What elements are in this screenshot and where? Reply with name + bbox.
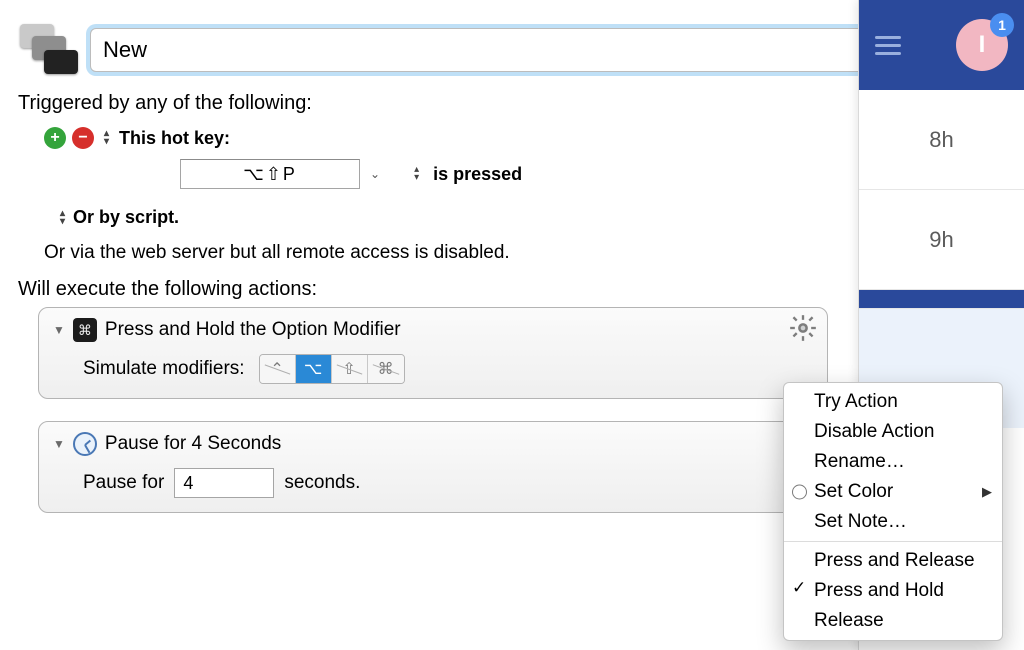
action-card[interactable]: ▼ Pause for 4 Seconds Pause for seconds.: [38, 421, 828, 513]
action-gear-button[interactable]: [789, 314, 817, 342]
menu-try-action[interactable]: Try Action: [784, 387, 1002, 417]
menu-disable-action[interactable]: Disable Action: [784, 417, 1002, 447]
menu-press-and-release[interactable]: Press and Release: [784, 546, 1002, 576]
action-title: Pause for 4 Seconds: [105, 433, 281, 455]
pause-suffix-label: seconds.: [284, 472, 360, 494]
pause-seconds-input[interactable]: [174, 468, 274, 498]
hotkey-dropdown-icon[interactable]: ⌄: [370, 167, 380, 181]
hotkey-state-label: is pressed: [433, 164, 522, 185]
modifier-toggle-group[interactable]: ⌃ ⌥ ⇧ ⌘: [259, 354, 405, 384]
hotkey-trigger-label: This hot key:: [119, 128, 230, 149]
script-trigger-label: Or by script.: [73, 207, 179, 228]
modifiers-label: Simulate modifiers:: [83, 358, 245, 380]
disclosure-triangle-icon[interactable]: ▼: [53, 437, 65, 451]
modifier-key-icon: ⌘: [73, 318, 97, 342]
clock-icon: [73, 432, 97, 456]
avatar-initial: I: [979, 31, 986, 59]
gear-icon: [789, 314, 817, 342]
hotkey-state-stepper[interactable]: ▴▾: [414, 166, 419, 182]
action-context-menu: Try Action Disable Action Rename… Set Co…: [783, 382, 1003, 641]
calendar-event-bar[interactable]: [859, 290, 1024, 308]
notification-badge: 1: [990, 13, 1014, 37]
modifier-opt[interactable]: ⌥: [296, 355, 332, 383]
menu-separator: [784, 541, 1002, 542]
pause-prefix-label: Pause for: [83, 472, 164, 494]
remove-trigger-button[interactable]: −: [72, 127, 94, 149]
macro-name-input[interactable]: [90, 28, 938, 72]
calendar-hour[interactable]: 8h: [859, 90, 1024, 190]
modifier-shift[interactable]: ⇧: [332, 355, 368, 383]
trigger-type-stepper[interactable]: ▴▾: [104, 130, 109, 146]
hotkey-input[interactable]: ⌥⇧P: [180, 159, 360, 189]
add-trigger-button[interactable]: +: [44, 127, 66, 149]
script-trigger-stepper[interactable]: ▴▾: [60, 210, 65, 226]
modifier-ctrl[interactable]: ⌃: [260, 355, 296, 383]
menu-release[interactable]: Release: [784, 606, 1002, 636]
disclosure-triangle-icon[interactable]: ▼: [53, 323, 65, 337]
menu-set-color[interactable]: Set Color: [784, 477, 1002, 507]
menu-set-note[interactable]: Set Note…: [784, 507, 1002, 537]
action-title: Press and Hold the Option Modifier: [105, 319, 401, 341]
action-card[interactable]: ▼ ⌘ Press and Hold the Option Modifier S…: [38, 307, 828, 399]
modifier-cmd[interactable]: ⌘: [368, 355, 404, 383]
menu-rename[interactable]: Rename…: [784, 447, 1002, 477]
hamburger-icon[interactable]: [875, 36, 901, 55]
menu-press-and-hold[interactable]: Press and Hold: [784, 576, 1002, 606]
calendar-hour[interactable]: 9h: [859, 190, 1024, 290]
avatar[interactable]: I 1: [956, 19, 1008, 71]
macro-group-icon: [18, 20, 78, 80]
